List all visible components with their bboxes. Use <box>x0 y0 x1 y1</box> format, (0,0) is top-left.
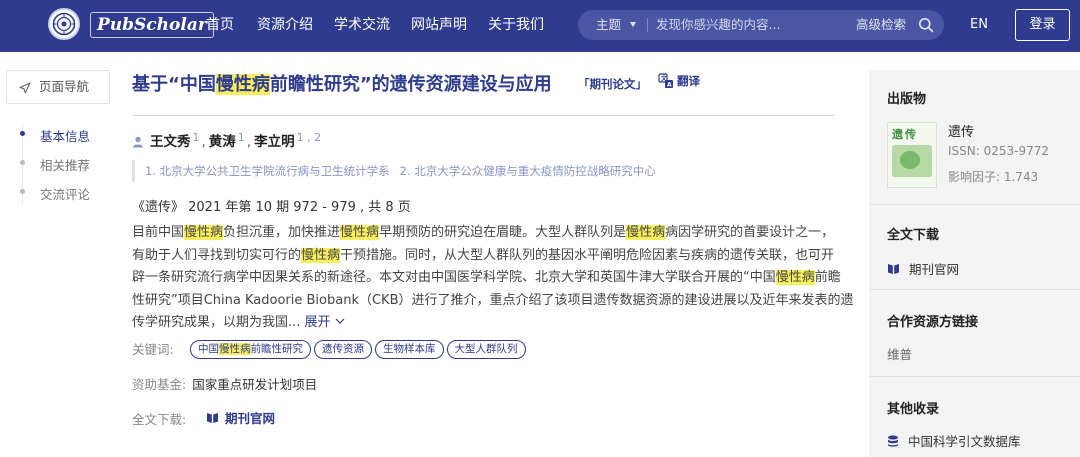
funding-label: 资助基金: <box>132 377 187 392</box>
partner-link[interactable]: 维普 <box>887 344 912 363</box>
keyword-highlight: 慢性病 <box>184 225 224 240</box>
search-divider <box>647 18 648 32</box>
fulltext-section: 全文下载 期刊官网 <box>869 206 1080 290</box>
translate-icon: 文 A <box>658 73 673 89</box>
keyword-highlight: 慢性病 <box>301 247 341 263</box>
author-affil-ref: 1 <box>192 130 200 144</box>
affiliation-list: 1. 北京大学公共卫生学院流行病与卫生统计学系 2. 北京大学公众健康与重大疫情防… <box>132 160 656 182</box>
chevron-down-icon[interactable] <box>630 22 636 27</box>
download-label: 全文下载: <box>132 412 187 427</box>
abstract-line: 目前中国慢性病负担沉重，加快推进慢性病早期预防的研究迫在眉睫。大型人群队列是慢性… <box>132 225 835 240</box>
keyword-tag[interactable]: 大型人群队列 <box>446 340 526 359</box>
title-highlight: 慢性病 <box>215 74 270 95</box>
nav-item-comments[interactable]: 交流评论 <box>40 184 90 203</box>
author-name[interactable]: 黄涛 <box>209 134 236 150</box>
nav-dot <box>20 160 25 165</box>
page-navigation-toggle[interactable]: 页面导航 <box>6 70 110 104</box>
title-text: 前瞻性研究”的遗传资源建设与应用 <box>269 74 552 95</box>
author-name[interactable]: 王文秀 <box>150 134 191 150</box>
article-title: 基于“中国慢性病前瞻性研究”的遗传资源建设与应用 <box>132 70 552 96</box>
title-divider <box>132 115 835 116</box>
funding: 资助基金: 国家重点研发计划项目 <box>132 374 317 393</box>
nav-dot-active <box>20 131 25 136</box>
sidebar-journal-site-link[interactable]: 期刊官网 <box>887 259 959 278</box>
database-icon <box>888 435 898 447</box>
title-text: 基于“中国 <box>132 74 216 95</box>
send-icon <box>19 82 31 94</box>
keyword-tag[interactable]: 中国慢性病前瞻性研究 <box>190 340 311 359</box>
translate-button[interactable]: 文 A 翻译 <box>658 73 700 89</box>
cscd-database-link[interactable]: 中国科学引文数据库 <box>887 431 1021 450</box>
author-list: 王文秀 1, 黄涛 1, 李立明 1 , 2 <box>132 130 321 150</box>
other-index-section: 其他收录 中国科学引文数据库 <box>869 378 1080 457</box>
language-toggle[interactable]: EN <box>970 0 988 50</box>
author-name[interactable]: 李立明 <box>254 134 295 150</box>
abstract-line: 传学研究成果，以期为我国... 展开 <box>132 312 840 335</box>
expand-abstract-button[interactable]: 展开 <box>305 315 345 330</box>
page-navigation-label: 页面导航 <box>39 79 90 94</box>
keyword-list: 中国慢性病前瞻性研究 遗传资源 生物样本库 大型人群队列 <box>190 337 529 359</box>
nav-resources[interactable]: 资源介绍 <box>257 0 313 52</box>
author-affil-ref: 1 <box>237 130 245 144</box>
other-index-heading: 其他收录 <box>887 402 940 417</box>
keywords-label: 关键词: <box>132 342 174 357</box>
keyword-highlight: 慢性病 <box>626 225 666 240</box>
publication-heading: 出版物 <box>887 92 927 107</box>
journal-issn: ISSN: 0253-9772 <box>948 144 1050 158</box>
download-journal-site-link[interactable]: 期刊官网 <box>206 408 275 427</box>
journal-impact-factor: 影响因子: 1.743 <box>948 170 1039 184</box>
abstract-line: 性研究”项目China Kadoorie Biobank（CKB）进行了推介，重… <box>132 292 854 308</box>
journal-name[interactable]: 遗传 <box>948 121 974 140</box>
search-bar[interactable]: 主题 发现你感兴趣的内容... 高级检索 <box>578 10 944 40</box>
cover-title: 遗传 <box>892 128 918 141</box>
pubscholar-logo[interactable]: PubScholar <box>90 12 214 38</box>
search-icon[interactable] <box>918 17 934 33</box>
author-affil-ref: 1 , 2 <box>296 130 322 144</box>
advanced-search-link[interactable]: 高级检索 <box>856 10 906 40</box>
keyword-tag[interactable]: 生物样本库 <box>375 340 444 359</box>
keyword-highlight: 慢性病 <box>340 225 380 240</box>
login-button[interactable]: 登录 <box>1015 9 1070 41</box>
article-type-badge: 「期刊论文」 <box>578 77 647 91</box>
publication-section: 出版物 遗传 遗传 ISSN: 0253-9772 影响因子: 1.743 <box>869 70 1080 205</box>
nav-site-statement[interactable]: 网站声明 <box>411 0 467 52</box>
user-icon <box>133 136 143 148</box>
nav-academic-exchange[interactable]: 学术交流 <box>334 0 390 52</box>
nav-home[interactable]: 首页 <box>206 0 234 52</box>
right-sidebar: 出版物 遗传 遗传 ISSN: 0253-9772 影响因子: 1.743 全文… <box>869 70 1080 457</box>
book-icon <box>207 413 218 423</box>
fulltext-heading: 全文下载 <box>887 228 940 243</box>
affiliation-item[interactable]: 2. 北京大学公众健康与重大疫情防控战略研究中心 <box>400 164 656 178</box>
book-icon <box>888 264 899 274</box>
partner-heading: 合作资源方链接 <box>887 315 979 330</box>
funding-value: 国家重点研发计划项目 <box>192 377 318 392</box>
abstract: 目前中国慢性病负担沉重，加快推进慢性病早期预防的研究迫在眉睫。大型人群队列是慢性… <box>132 222 854 335</box>
search-input[interactable]: 发现你感兴趣的内容... <box>656 10 780 40</box>
translate-label: 翻译 <box>677 74 700 88</box>
abstract-line: 辟一条研究流行病学中因果关系的新途径。本文对由中国医学科学院、北京大学和英国牛津… <box>132 270 841 285</box>
nav-item-basic-info[interactable]: 基本信息 <box>40 126 90 145</box>
partner-section: 合作资源方链接 维普 <box>869 291 1080 377</box>
top-navigation-bar: PubScholar 首页 资源介绍 学术交流 网站声明 关于我们 主题 发现你… <box>0 0 1080 52</box>
search-scope-select[interactable]: 主题 <box>596 10 621 40</box>
cover-art-circle <box>900 151 920 169</box>
nav-item-related[interactable]: 相关推荐 <box>40 155 90 174</box>
abstract-line: 有助于人们寻找到切实可行的慢性病干预措施。同时，从大型人群队列的基因水平阐明危险… <box>132 247 835 263</box>
affiliation-item[interactable]: 1. 北京大学公共卫生学院流行病与卫生统计学系 <box>145 164 390 178</box>
chevron-down-icon <box>335 318 345 324</box>
journal-cover-image[interactable]: 遗传 <box>887 122 937 188</box>
institution-emblem-icon[interactable] <box>48 8 80 40</box>
keyword-highlight: 慢性病 <box>775 270 815 285</box>
svg-text:A: A <box>667 82 672 89</box>
keyword-tag[interactable]: 遗传资源 <box>314 340 372 359</box>
nav-dot <box>20 189 25 194</box>
citation-source: 《遗传》 2021 年第 10 期 972 - 979 , 共 8 页 <box>132 200 411 215</box>
nav-about-us[interactable]: 关于我们 <box>488 0 544 52</box>
